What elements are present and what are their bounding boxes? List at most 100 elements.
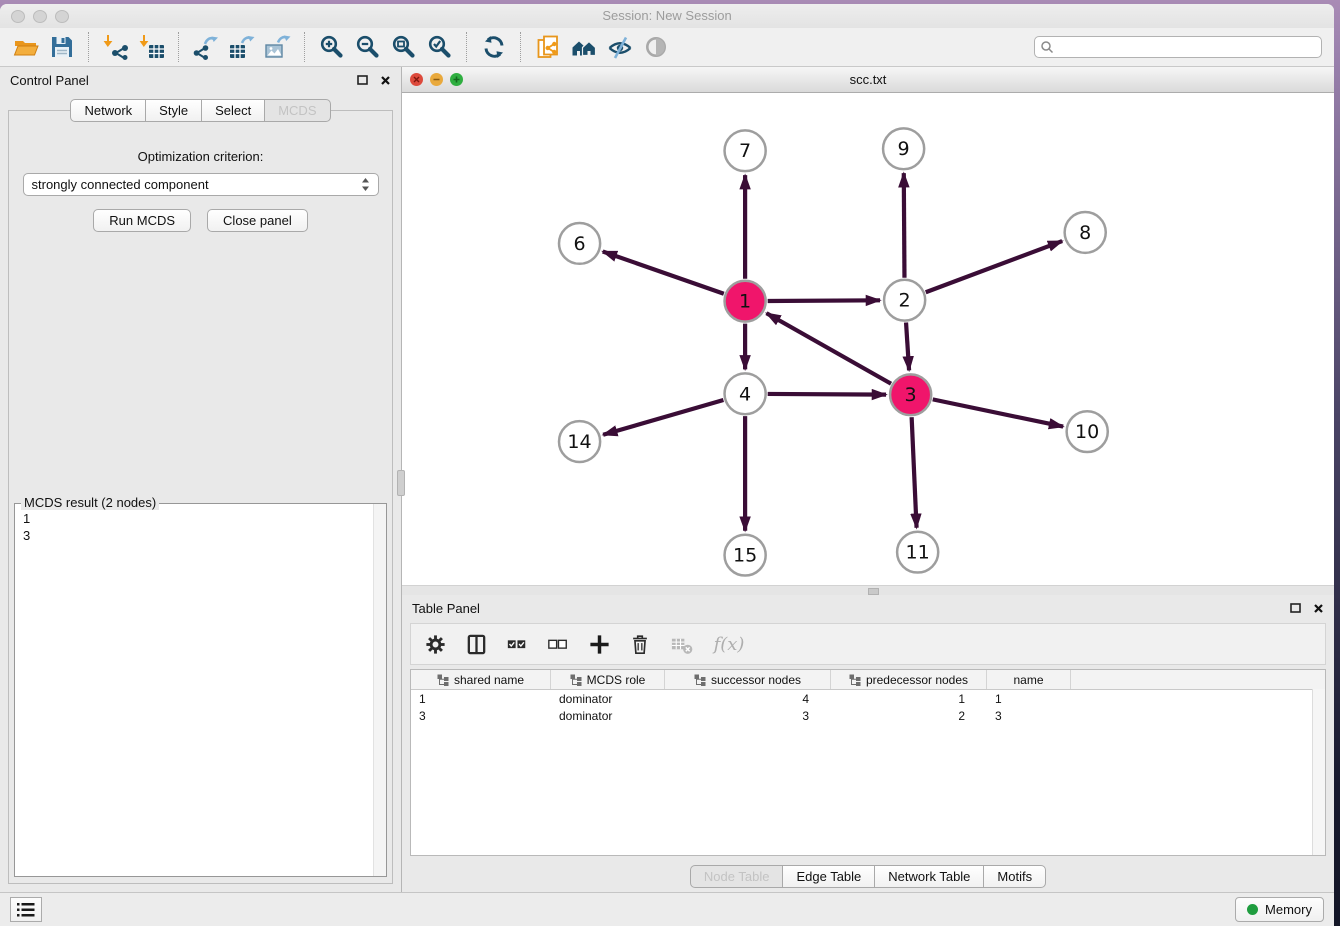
graph-edge-3-1[interactable] [766,313,891,383]
network-minimize-button[interactable] [430,73,443,86]
column-header-label: predecessor nodes [866,673,968,687]
tab-style[interactable]: Style [145,99,202,122]
graph-node-label-14: 14 [567,431,591,453]
first-neighbors-button[interactable] [569,32,599,62]
search-input[interactable] [1054,39,1316,55]
main-toolbar [0,28,1334,67]
column-header-mcds-role[interactable]: MCDS role [551,670,665,689]
import-network-button[interactable] [101,32,131,62]
table-tab-network-table[interactable]: Network Table [874,865,984,888]
select-all-rows-button[interactable] [505,632,529,656]
table-options-button[interactable] [423,632,447,656]
graph-edge-4-3[interactable] [768,394,886,395]
graph-edge-1-2[interactable] [768,300,880,301]
mcds-panel: Optimization criterion: strongly connect… [8,110,393,884]
tab-network[interactable]: Network [70,99,146,122]
graph-node-label-11: 11 [906,542,930,564]
window-close-button[interactable] [11,10,25,23]
table-tab-motifs[interactable]: Motifs [983,865,1046,888]
graph-node-label-3: 3 [905,384,917,406]
float-panel-button[interactable] [357,75,368,86]
network-canvas[interactable]: 1234678910111415 [402,93,1334,585]
window-minimize-button[interactable] [33,10,47,23]
close-panel-button[interactable] [380,75,391,86]
eye-disabled-icon [643,34,669,60]
criterion-select[interactable]: strongly connected component [23,173,379,196]
zoom-selected-button[interactable] [425,32,455,62]
graph-node-label-8: 8 [1079,222,1091,244]
function-builder-button[interactable]: f(x) [710,632,748,656]
export-table-button[interactable] [227,32,257,62]
close-table-panel-button[interactable] [1313,603,1324,614]
vertical-splitter-handle[interactable] [397,470,405,496]
memory-label: Memory [1265,902,1312,917]
horizontal-splitter[interactable] [402,585,1334,595]
clone-network-icon [535,34,561,60]
graph-edge-4-14[interactable] [603,400,723,435]
result-scrollbar[interactable] [373,504,386,876]
task-history-button[interactable] [10,897,42,922]
zoom-out-button[interactable] [353,32,383,62]
add-row-button[interactable] [587,632,611,656]
export-image-button[interactable] [263,32,293,62]
zoom-in-button[interactable] [317,32,347,62]
deselect-all-rows-button[interactable] [546,632,570,656]
graph-edge-3-10[interactable] [933,399,1063,426]
tab-select[interactable]: Select [201,99,265,122]
table-tab-edge-table[interactable]: Edge Table [782,865,875,888]
table-panel: Table Panel f(x) shared nameMCDS r [402,595,1334,892]
table-row[interactable]: 1dominator411 [411,690,1325,707]
column-header-predecessor-nodes[interactable]: predecessor nodes [831,670,987,689]
memory-button[interactable]: Memory [1235,897,1324,922]
table-cell: dominator [551,709,665,723]
network-close-button[interactable] [410,73,423,86]
show-graphics-details-button[interactable] [641,32,671,62]
close-icon [380,75,391,86]
search-box[interactable] [1034,36,1322,58]
column-header-shared-name[interactable]: shared name [411,670,551,689]
mcds-result-list: 13 [15,504,386,550]
close-panel-button-mcds[interactable]: Close panel [207,209,308,232]
table-panel-tabs: Node TableEdge TableNetwork TableMotifs [690,865,1046,888]
run-mcds-button[interactable]: Run MCDS [93,209,191,232]
search-icon [1040,40,1054,54]
destroy-table-button[interactable] [669,632,693,656]
export-network-button[interactable] [191,32,221,62]
table-cell: 3 [411,709,551,723]
table-tab-node-table[interactable]: Node Table [690,865,784,888]
window-zoom-button[interactable] [55,10,69,23]
zoom-fit-button[interactable] [389,32,419,62]
splitter-handle[interactable] [868,588,879,595]
graph-edge-2-8[interactable] [926,241,1062,292]
application-window: Session: New Session Control [0,4,1334,926]
export-table-icon [229,34,255,60]
zoom-fit-icon [391,34,417,60]
node-table: shared name MCDS rolesuccessor nodes prede… [410,669,1326,856]
network-zoom-button[interactable] [450,73,463,86]
control-panel-header: Control Panel [0,67,401,93]
network-traffic-lights [410,73,463,86]
save-session-button[interactable] [47,32,77,62]
column-visibility-button[interactable] [464,632,488,656]
delete-row-button[interactable] [628,632,652,656]
graph-edge-3-11[interactable] [912,417,917,528]
clone-network-button[interactable] [533,32,563,62]
graph-edge-1-6[interactable] [603,251,724,293]
unchecked-boxes-icon [547,633,569,655]
open-session-button[interactable] [11,32,41,62]
column-header-successor-nodes[interactable]: successor nodes [665,670,831,689]
import-table-button[interactable] [137,32,167,62]
hide-graphics-details-button[interactable] [605,32,635,62]
column-header-label: shared name [454,673,524,687]
graph-edge-2-9[interactable] [904,173,905,278]
float-table-panel-button[interactable] [1290,603,1301,614]
tab-mcds[interactable]: MCDS [264,99,330,122]
refresh-button[interactable] [479,32,509,62]
table-row[interactable]: 3dominator323 [411,707,1325,724]
refresh-icon [481,34,507,60]
column-header-name[interactable]: name [987,670,1071,689]
graph-edge-2-3[interactable] [906,323,909,371]
column-header-label: name [1013,673,1043,687]
status-bar: Memory [0,892,1334,926]
table-scrollbar[interactable] [1312,689,1325,855]
